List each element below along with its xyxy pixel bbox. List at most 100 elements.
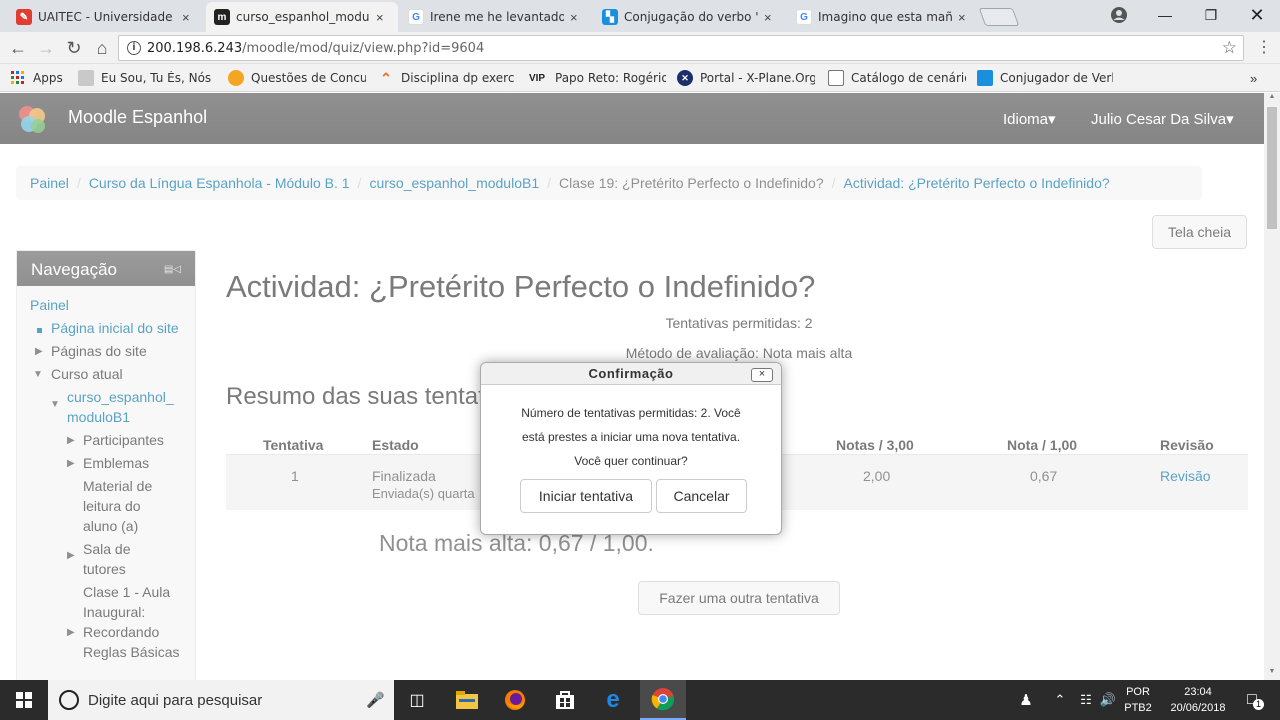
people-icon[interactable]: ♟	[1012, 680, 1040, 720]
store-icon[interactable]	[546, 680, 584, 720]
clock[interactable]: 23:04 20/06/2018	[1160, 680, 1236, 720]
dialog-message: Número de tentativas permitidas: 2. Você…	[495, 401, 767, 473]
dialog-message-line: está prestes a iniciar uma nova tentativ…	[521, 430, 741, 444]
clock-time: 23:04	[1184, 686, 1212, 698]
page-scrollbar[interactable]: ▲ ▼	[1264, 93, 1280, 680]
bookmark-label: Papo Reto: Rogério F	[555, 71, 666, 85]
bookmark-label: Portal - X-Plane.Org	[700, 71, 815, 85]
google-favicon-icon: G	[408, 9, 424, 25]
bookmark-label: Catálogo de cenário	[851, 71, 966, 85]
bookmark-item[interactable]: ✕ Portal - X-Plane.Org	[677, 69, 815, 87]
bookmarks-bar: Apps Eu Sou, Tu És, Nós S Questões de Co…	[0, 64, 1280, 92]
bookmark-favicon-icon: ⌃	[380, 69, 392, 86]
language-code: POR	[1126, 686, 1150, 698]
browser-tab[interactable]: ✎ UAITEC - Universidade Ab ×	[8, 2, 204, 32]
microphone-icon[interactable]: 🎤	[366, 691, 385, 709]
site-info-icon[interactable]: i	[127, 41, 141, 55]
close-icon[interactable]: ×	[570, 10, 584, 25]
tab-label: curso_espanhol_moduloB	[236, 10, 370, 24]
browser-tab[interactable]: G Irene me he levantado ej ×	[400, 2, 592, 32]
scroll-up-icon[interactable]: ▲	[1264, 93, 1280, 105]
restore-icon[interactable]: ❐	[1188, 0, 1234, 30]
close-icon[interactable]: ×	[958, 10, 972, 25]
bookmark-item[interactable]: Questões de Concur	[228, 69, 366, 87]
browser-toolbar: ← → ↻ ⌂ i 200.198.6.243/moodle/mod/quiz/…	[0, 32, 1280, 64]
browser-menu-icon[interactable]: ⋮	[1256, 36, 1272, 60]
profile-icon[interactable]	[1108, 5, 1130, 25]
web-page: Moodle Espanhol Idioma▾ Julio Cesar Da S…	[0, 93, 1264, 680]
bookmark-item[interactable]: Conjugador de Verb	[977, 69, 1113, 87]
close-icon[interactable]: ×	[182, 10, 196, 25]
dialog-close-icon[interactable]: ×	[751, 368, 773, 382]
close-icon[interactable]: ×	[764, 10, 778, 25]
bookmark-star-icon[interactable]: ☆	[1222, 38, 1237, 58]
moodle-favicon-icon: m	[214, 9, 230, 25]
show-hidden-icons[interactable]: ⌃	[1050, 680, 1070, 720]
browser-tab-strip: ✎ UAITEC - Universidade Ab × m curso_esp…	[0, 0, 1280, 32]
minimize-icon[interactable]: —	[1142, 0, 1188, 30]
page-icon	[828, 70, 844, 86]
tab-label: Conjugação do verbo "fu	[624, 10, 758, 24]
browser-tab-active[interactable]: m curso_espanhol_moduloB ×	[206, 2, 398, 32]
clock-date: 20/06/2018	[1170, 702, 1226, 714]
conjugador-favicon-icon	[977, 70, 993, 86]
dialog-header: Confirmação	[481, 363, 781, 385]
dialog-message-line: Número de tentativas permitidas: 2. Você	[521, 406, 741, 420]
browser-tab[interactable]: G Imagino que esta mañana ×	[788, 2, 980, 32]
bookmark-item[interactable]: ⌃ Disciplina dp exercic	[378, 69, 514, 87]
bookmark-label: Eu Sou, Tu És, Nós S	[101, 71, 214, 85]
close-window-icon[interactable]: ✕	[1234, 0, 1280, 30]
confirmation-dialog: Confirmação × Número de tentativas permi…	[480, 362, 782, 535]
more-bookmarks-icon[interactable]: »	[1250, 69, 1264, 87]
new-tab-button[interactable]	[978, 8, 1020, 26]
volume-icon[interactable]: 🔊	[1098, 680, 1118, 720]
action-center-icon[interactable]: □ 1	[1236, 680, 1268, 720]
browser-tab[interactable]: ▚ Conjugação do verbo "fu ×	[594, 2, 786, 32]
windows-taskbar: Digite aqui para pesquisar 🎤 ◫ e ♟ ⌃ ☷ 🔊…	[0, 680, 1280, 720]
edge-icon[interactable]: e	[594, 680, 632, 720]
taskbar-search[interactable]: Digite aqui para pesquisar 🎤	[48, 680, 394, 720]
bookmark-label: Apps	[33, 71, 63, 85]
start-attempt-button[interactable]: Iniciar tentativa	[520, 479, 652, 513]
file-explorer-icon[interactable]	[448, 680, 486, 720]
bookmark-apps[interactable]: Apps	[10, 69, 70, 87]
windows-start-icon[interactable]	[0, 680, 48, 720]
xplane-favicon-icon: ✕	[677, 70, 693, 86]
cancel-button[interactable]: Cancelar	[656, 479, 747, 513]
bookmark-label: Disciplina dp exercic	[401, 71, 514, 85]
firefox-icon[interactable]	[496, 680, 534, 720]
reload-icon[interactable]: ↻	[62, 36, 86, 60]
url-host: 200.198.6.243	[147, 40, 243, 56]
bookmark-favicon-icon	[78, 70, 94, 86]
task-view-icon[interactable]: ◫	[398, 680, 436, 720]
cortana-icon	[59, 690, 79, 710]
bookmark-item[interactable]: Eu Sou, Tu És, Nós S	[78, 69, 214, 87]
network-icon[interactable]: ☷	[1076, 680, 1096, 720]
conjugacao-favicon-icon: ▚	[602, 9, 618, 25]
dialog-message-line: Você quer continuar?	[574, 454, 688, 468]
apps-grid-icon	[10, 70, 26, 86]
bookmark-label: Conjugador de Verb	[1000, 71, 1113, 85]
tab-label: UAITEC - Universidade Ab	[38, 10, 176, 24]
address-bar[interactable]: i 200.198.6.243/moodle/mod/quiz/view.php…	[118, 35, 1244, 61]
bookmark-item[interactable]: VIP Papo Reto: Rogério F	[526, 69, 666, 87]
pencil-favicon-icon: ✎	[16, 9, 32, 25]
close-icon[interactable]: ×	[376, 10, 390, 25]
bookmark-favicon-icon	[228, 70, 244, 86]
language-indicator[interactable]: POR PTB2	[1120, 680, 1156, 720]
chrome-icon[interactable]	[640, 680, 686, 720]
scroll-down-icon[interactable]: ▼	[1264, 668, 1280, 680]
tab-label: Irene me he levantado ej	[430, 10, 564, 24]
scrollbar-thumb[interactable]	[1267, 107, 1277, 229]
bookmark-label: Questões de Concur	[251, 71, 366, 85]
keyboard-layout: PTB2	[1124, 702, 1152, 714]
bookmark-item[interactable]: Catálogo de cenário	[828, 69, 966, 87]
google-favicon-icon: G	[796, 9, 812, 25]
url-path: /moodle/mod/quiz/view.php?id=9604	[242, 40, 485, 56]
home-icon[interactable]: ⌂	[90, 36, 114, 60]
forward-icon[interactable]: →	[34, 36, 58, 60]
vip-favicon-icon: VIP	[528, 72, 546, 84]
tab-label: Imagino que esta mañana	[818, 10, 952, 24]
back-icon[interactable]: ←	[6, 36, 30, 60]
notification-count: 1	[1253, 699, 1264, 710]
